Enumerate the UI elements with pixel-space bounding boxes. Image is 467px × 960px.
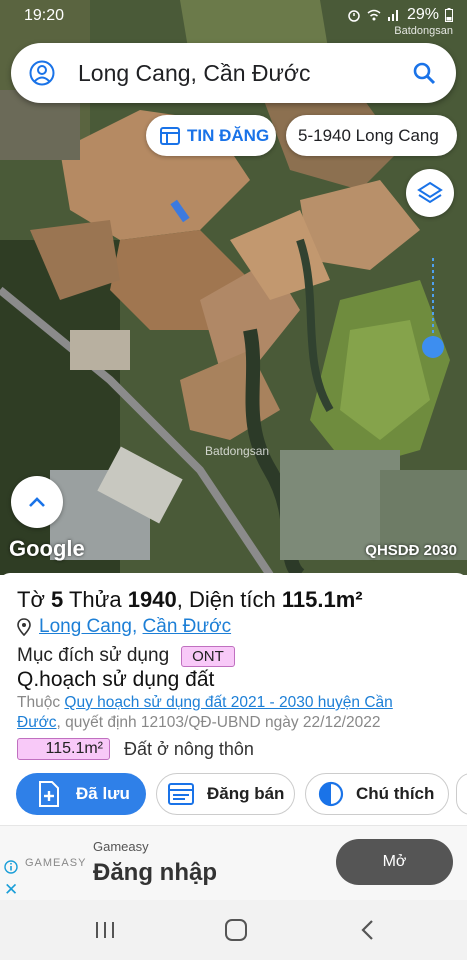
wifi-icon — [367, 9, 381, 21]
search-query[interactable]: Long Cang, Cần Đước — [78, 60, 311, 87]
back-button[interactable] — [352, 915, 382, 945]
collapse-button[interactable] — [11, 476, 63, 528]
signal-icon — [387, 10, 398, 21]
parcel-chip-label: 5-1940 Long Cang — [298, 125, 439, 145]
listings-chip[interactable]: TIN ĐĂNG — [146, 115, 276, 156]
zone-type: Đất ở nông thôn — [124, 738, 254, 759]
ad-banner[interactable]: ✕ GAMEASY Gameasy Đăng nhập Mở — [0, 825, 467, 900]
status-bar: 19:20 29% Batdongsan — [0, 0, 467, 37]
zone-area-badge: 115.1m² — [17, 738, 110, 760]
ad-headline: Đăng nhập — [93, 859, 217, 886]
recent-apps-button[interactable] — [90, 915, 120, 945]
status-time: 19:20 — [24, 7, 65, 24]
listings-icon — [160, 126, 180, 145]
plan-suffix: , quyết định 12103/QĐ-UBND ngày 22/12/20… — [56, 714, 381, 731]
area-value: 115.1m² — [281, 587, 363, 612]
status-icons: 29% — [347, 6, 453, 24]
area-label: Diện tích — [188, 587, 276, 612]
parcel-chip[interactable]: 5-1940 Long Cang — [286, 115, 457, 156]
listing-icon — [168, 783, 194, 805]
home-button[interactable] — [221, 915, 251, 945]
sheet-number: 5 — [51, 587, 64, 612]
sheet-label: Tờ — [17, 587, 45, 612]
more-actions-button[interactable] — [456, 773, 467, 815]
saved-button[interactable]: Đã lưu — [16, 773, 146, 815]
chevron-up-icon — [29, 497, 45, 507]
ad-logo: GAMEASY — [25, 857, 87, 869]
status-watermark: Batdongsan — [394, 25, 453, 37]
satellite-map[interactable]: 19:20 29% Batdongsan Long Cang, Cần Đước — [0, 0, 467, 575]
contrast-icon — [318, 781, 344, 807]
ad-close-icon[interactable]: ✕ — [4, 880, 18, 900]
lot-number: 1940 — [127, 587, 177, 612]
zone-row: 115.1m² Đất ở nông thôn — [17, 738, 254, 760]
account-icon[interactable] — [29, 60, 55, 86]
title-comma: , — [176, 587, 183, 612]
district-link[interactable]: Cần Đước — [143, 616, 232, 638]
land-purpose: Mục đích sử dụng ONT — [17, 645, 235, 667]
search-icon[interactable] — [412, 61, 436, 85]
ad-info-icon[interactable] — [4, 860, 18, 874]
map-watermark: Batdongsan — [205, 444, 270, 458]
location-separator: , — [131, 616, 143, 637]
purpose-label: Mục đích sử dụng — [17, 645, 170, 666]
layers-icon — [417, 181, 443, 204]
action-bar: Đã lưu Đăng bán Chú thích — [0, 773, 467, 817]
sell-button[interactable]: Đăng bán — [156, 773, 295, 815]
commune-link[interactable]: Long Cang — [39, 616, 132, 638]
legend-button[interactable]: Chú thích — [305, 773, 449, 815]
plan-description: Thuộc Quy hoạch sử dụng đất 2021 - 2030 … — [17, 693, 437, 733]
alarm-icon — [348, 10, 360, 22]
system-nav-bar — [0, 900, 467, 960]
saved-document-icon — [39, 781, 59, 807]
google-logo: Google — [9, 536, 85, 561]
saved-button-label: Đã lưu — [76, 784, 130, 803]
recent-apps-icon — [96, 922, 114, 938]
lot-label: Thửa — [68, 587, 122, 612]
plan-title: Q.hoạch sử dụng đất — [17, 668, 215, 691]
battery-icon — [445, 8, 453, 22]
battery-percent: 29% — [406, 6, 439, 23]
parcel-title: Tờ 5 Thửa 1940, Diện tích 115.1m² — [17, 587, 363, 613]
purpose-code-badge: ONT — [181, 645, 235, 667]
home-icon — [225, 919, 247, 941]
legend-button-label: Chú thích — [356, 784, 435, 803]
location-pin-icon — [17, 618, 31, 636]
sell-button-label: Đăng bán — [207, 784, 285, 803]
ad-advertiser: Gameasy — [93, 839, 149, 854]
parcel-info-panel: Tờ 5 Thửa 1940, Diện tích 115.1m² Long C… — [0, 573, 467, 825]
back-icon — [361, 920, 373, 940]
plan-prefix: Thuộc — [17, 694, 61, 711]
parcel-location: Long Cang, Cần Đước — [17, 616, 231, 638]
listings-chip-label: TIN ĐĂNG — [187, 125, 270, 145]
ad-open-button[interactable]: Mở — [336, 839, 453, 885]
search-bar[interactable]: Long Cang, Cần Đước — [11, 43, 456, 103]
map-layer-label: QHSDĐ 2030 — [365, 542, 457, 559]
layers-button[interactable] — [406, 169, 454, 217]
